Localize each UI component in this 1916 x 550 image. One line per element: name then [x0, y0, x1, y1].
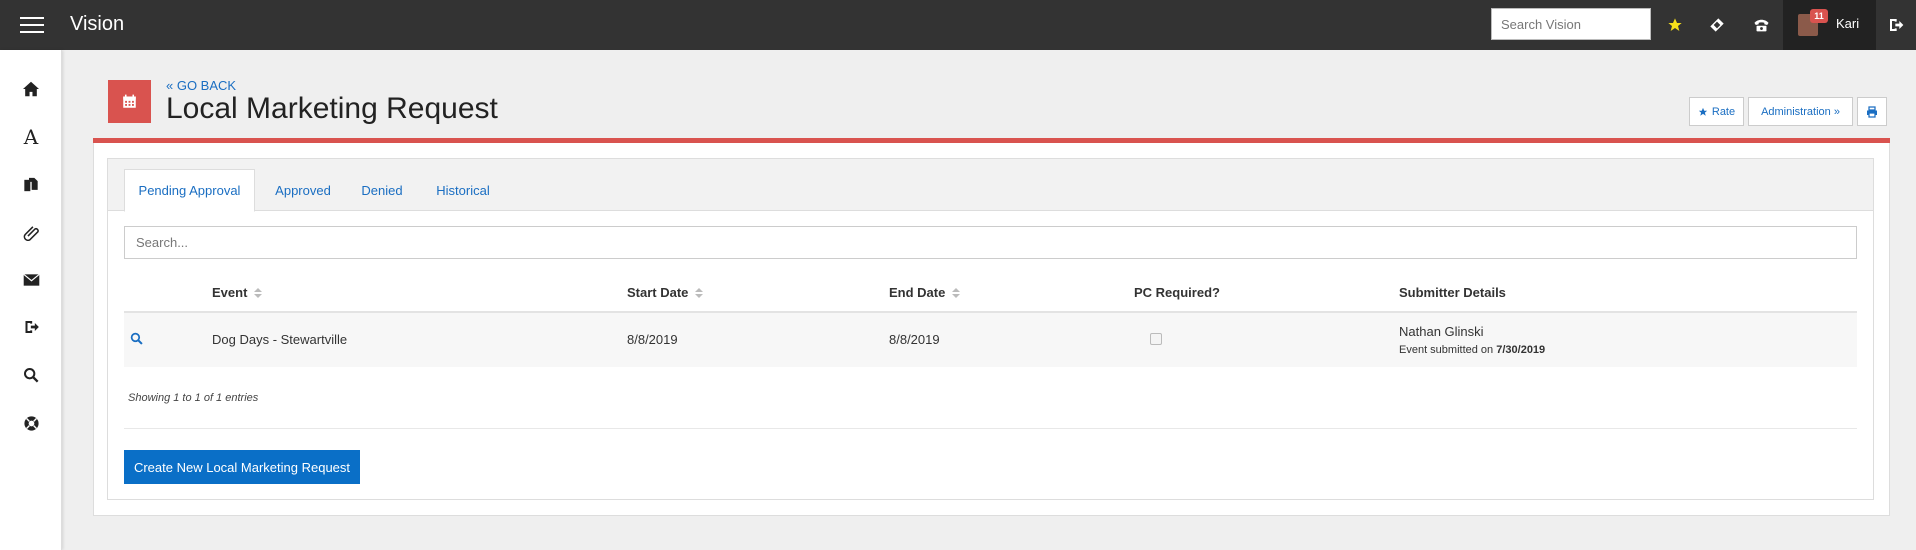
tab-denied[interactable]: Denied	[351, 169, 413, 212]
sidebar: A	[0, 50, 62, 550]
global-search-input[interactable]	[1491, 8, 1651, 40]
table-search-input[interactable]	[124, 226, 1857, 259]
table-row: Dog Days - Stewartville 8/8/2019 8/8/201…	[124, 313, 1857, 367]
sort-icon	[695, 287, 704, 298]
search-icon[interactable]	[19, 363, 43, 387]
print-icon	[1867, 105, 1877, 118]
rate-button[interactable]: Rate	[1689, 97, 1744, 126]
hamburger-menu-icon[interactable]	[20, 17, 44, 33]
submitted-info: Event submitted on 7/30/2019	[1399, 344, 1545, 356]
documents-icon[interactable]	[19, 172, 43, 196]
column-label: Start Date	[627, 285, 689, 300]
page-icon	[108, 80, 151, 123]
sort-icon	[254, 287, 263, 298]
column-header-end-date[interactable]: End Date	[889, 285, 961, 300]
font-icon[interactable]: A	[19, 125, 43, 149]
column-header-event[interactable]: Event	[212, 285, 263, 300]
app-brand[interactable]: Vision	[70, 13, 124, 36]
event-cell: Dog Days - Stewartville	[212, 332, 348, 347]
tab-strip: Pending Approval Approved Denied Histori…	[108, 159, 1873, 212]
phone-icon[interactable]	[1748, 12, 1774, 38]
user-name: Kari	[1836, 16, 1860, 31]
column-label: Event	[212, 285, 248, 300]
life-ring-icon[interactable]	[19, 411, 43, 435]
ticket-icon[interactable]	[1704, 12, 1730, 38]
rate-label: Rate	[1711, 105, 1736, 118]
submitted-prefix: Event submitted on	[1399, 344, 1494, 356]
logout-icon[interactable]	[1883, 12, 1909, 38]
notification-badge[interactable]: 11	[1810, 9, 1828, 23]
sort-icon	[952, 287, 961, 298]
column-header-submitter-details: Submitter Details	[1399, 285, 1506, 300]
start-date-cell: 8/8/2019	[627, 332, 678, 347]
tab-pending-approval[interactable]: Pending Approval	[124, 169, 255, 212]
star-icon[interactable]	[1662, 12, 1688, 38]
user-menu[interactable]: 11 Kari	[1783, 0, 1876, 50]
column-header-start-date[interactable]: Start Date	[627, 285, 704, 300]
administration-label: Administration »	[1761, 105, 1840, 118]
tab-historical[interactable]: Historical	[421, 169, 505, 212]
column-label: End Date	[889, 285, 946, 300]
print-button[interactable]	[1857, 97, 1887, 126]
sign-out-icon[interactable]	[19, 315, 43, 339]
paperclip-icon[interactable]	[19, 220, 43, 244]
end-date-cell: 8/8/2019	[889, 332, 940, 347]
home-icon[interactable]	[19, 77, 43, 101]
create-new-request-button[interactable]: Create New Local Marketing Request	[124, 450, 360, 484]
administration-button[interactable]: Administration »	[1748, 97, 1853, 126]
submitter-name: Nathan Glinski	[1399, 324, 1484, 339]
top-navbar: Vision 11 Kari	[0, 0, 1916, 50]
pc-required-checkbox[interactable]	[1150, 333, 1162, 345]
divider	[124, 428, 1857, 429]
request-table-card: Pending Approval Approved Denied Histori…	[107, 158, 1874, 500]
star-icon	[1698, 107, 1708, 116]
showing-entries-text: Showing 1 to 1 of 1 entries	[128, 392, 259, 404]
page-title: Local Marketing Request	[166, 92, 498, 125]
calendar-icon	[123, 94, 136, 108]
view-search-icon[interactable]	[130, 332, 143, 348]
envelope-icon[interactable]	[19, 268, 43, 292]
submitted-date: 7/30/2019	[1496, 344, 1546, 356]
go-back-link[interactable]: « GO BACK	[166, 78, 236, 93]
column-header-pc-required: PC Required?	[1134, 285, 1220, 300]
tab-approved[interactable]: Approved	[263, 169, 343, 212]
